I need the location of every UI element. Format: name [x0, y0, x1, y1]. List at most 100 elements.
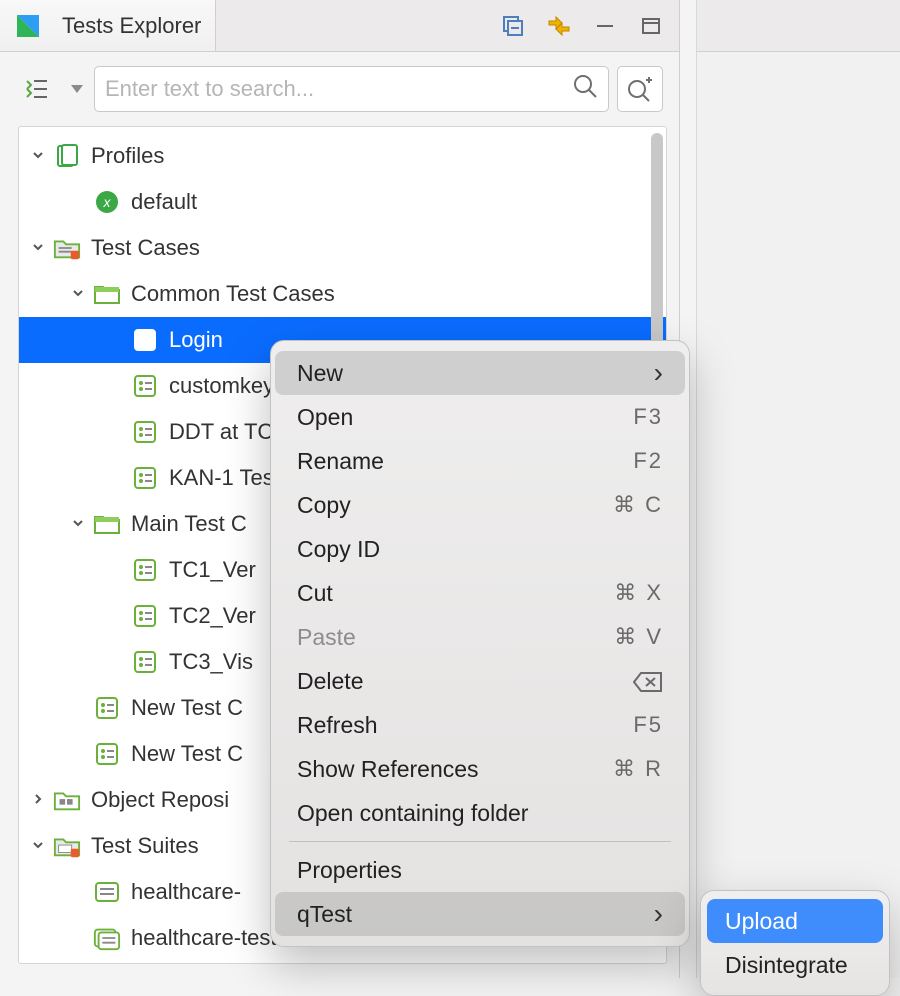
arrow-spacer	[67, 746, 89, 762]
menu-item[interactable]: New	[275, 351, 685, 395]
tree-item-label: Object Reposi	[91, 787, 229, 813]
testcase-icon	[131, 602, 159, 630]
testcase-icon	[131, 418, 159, 446]
arrow-spacer	[67, 884, 89, 900]
menu-item[interactable]: Properties	[275, 848, 685, 892]
menu-item[interactable]: Cut⌘ X	[275, 571, 685, 615]
svg-text:x: x	[103, 194, 112, 210]
menu-item[interactable]: Copy ID	[275, 527, 685, 571]
arrow-spacer	[67, 194, 89, 210]
menu-item[interactable]: Copy⌘ C	[275, 483, 685, 527]
suite-icon	[93, 878, 121, 906]
default-profile-icon: x	[93, 188, 121, 216]
testcase-icon	[93, 740, 121, 768]
context-submenu-qtest[interactable]: Upload Disintegrate	[700, 890, 890, 996]
submenu-item[interactable]: Disintegrate	[707, 943, 883, 987]
chevron-right-icon[interactable]	[27, 792, 49, 808]
panel-tab-label: Tests Explorer	[62, 13, 201, 39]
submenu-item[interactable]: Upload	[707, 899, 883, 943]
menu-shortcut: F3	[633, 404, 663, 430]
testcase-icon	[131, 372, 159, 400]
tree-item[interactable]: Common Test Cases	[19, 271, 666, 317]
menu-item-label: Show References	[297, 756, 613, 783]
panel-header: Tests Explorer	[0, 0, 679, 52]
minimize-icon[interactable]	[591, 12, 619, 40]
tree-item[interactable]: Profiles	[19, 133, 666, 179]
menu-item[interactable]: Open containing folder	[275, 791, 685, 835]
panel-tab-tests-explorer[interactable]: Tests Explorer	[0, 0, 216, 51]
search-icon[interactable]	[572, 73, 598, 105]
app-logo-icon	[14, 12, 42, 40]
tree-item-label: DDT at TC l	[169, 419, 284, 445]
chevron-down-icon[interactable]	[27, 838, 49, 854]
chevron-down-icon[interactable]	[27, 148, 49, 164]
menu-shortcut: ⌘ V	[614, 624, 663, 650]
tree-item-label: New Test C	[131, 695, 243, 721]
tree-item[interactable]: Test Cases	[19, 225, 666, 271]
menu-item-label: Copy	[297, 492, 613, 519]
tree-item-label: TC2_Ver	[169, 603, 256, 629]
menu-item-label: Open	[297, 404, 633, 431]
tree-item-label: New Test C	[131, 741, 243, 767]
arrow-spacer	[67, 700, 89, 716]
folder-tc-icon	[53, 234, 81, 262]
collapse-all-icon[interactable]	[499, 12, 527, 40]
menu-item[interactable]: RenameF2	[275, 439, 685, 483]
search-box[interactable]	[94, 66, 609, 112]
suites-icon	[53, 832, 81, 860]
chevron-down-icon[interactable]	[67, 516, 89, 532]
chevron-down-icon[interactable]	[67, 286, 89, 302]
tree-item-label: TC3_Vis	[169, 649, 253, 675]
tree-item-label: Profiles	[91, 143, 164, 169]
tree-item-label: KAN-1 Test	[169, 465, 280, 491]
filter-button[interactable]	[16, 66, 60, 112]
arrow-spacer	[105, 332, 127, 348]
menu-item[interactable]: RefreshF5	[275, 703, 685, 747]
arrow-spacer	[105, 562, 127, 578]
menu-item-label: Refresh	[297, 712, 633, 739]
tree-item-label: Test Suites	[91, 833, 199, 859]
folder-green-icon	[93, 280, 121, 308]
arrow-spacer	[105, 378, 127, 394]
menu-item: Paste⌘ V	[275, 615, 685, 659]
menu-shortcut: ⌘ X	[614, 580, 663, 606]
menu-item[interactable]: OpenF3	[275, 395, 685, 439]
arrow-spacer	[105, 470, 127, 486]
filter-dropdown-caret[interactable]	[68, 66, 86, 112]
arrow-spacer	[105, 654, 127, 670]
menu-shortcut: ⌘ R	[613, 756, 663, 782]
submenu-item-label: Disintegrate	[725, 952, 848, 979]
menu-item[interactable]: qTest	[275, 892, 685, 936]
aux-panel-header	[697, 0, 900, 52]
menu-separator	[289, 841, 671, 842]
tree-item-label: Main Test C	[131, 511, 247, 537]
recent-search-button[interactable]	[617, 66, 663, 112]
tree-item-label: Test Cases	[91, 235, 200, 261]
tree-item-label: default	[131, 189, 197, 215]
menu-shortcut: ⌘ C	[613, 492, 663, 518]
chevron-down-icon[interactable]	[27, 240, 49, 256]
menu-item[interactable]: Delete	[275, 659, 685, 703]
menu-item-label: Paste	[297, 624, 614, 651]
menu-item-label: Rename	[297, 448, 633, 475]
aux-panel	[696, 0, 900, 978]
tree-item-label: Common Test Cases	[131, 281, 335, 307]
menu-item-label: Cut	[297, 580, 614, 607]
menu-item[interactable]: Show References⌘ R	[275, 747, 685, 791]
search-toolbar	[0, 52, 679, 126]
search-input[interactable]	[105, 76, 572, 102]
menu-shortcut: F2	[633, 448, 663, 474]
link-editor-icon[interactable]	[545, 12, 573, 40]
tree-item[interactable]: x default	[19, 179, 666, 225]
testcase-icon	[131, 648, 159, 676]
panel-toolbar	[499, 0, 679, 51]
maximize-icon[interactable]	[637, 12, 665, 40]
delete-key-icon	[633, 668, 663, 694]
arrow-spacer	[105, 608, 127, 624]
testcase-icon	[93, 694, 121, 722]
arrow-spacer	[105, 424, 127, 440]
context-menu[interactable]: NewOpenF3RenameF2Copy⌘ CCopy IDCut⌘ XPas…	[270, 340, 690, 947]
testcase-icon	[131, 464, 159, 492]
arrow-spacer	[67, 930, 89, 946]
submenu-item-label: Upload	[725, 908, 798, 935]
